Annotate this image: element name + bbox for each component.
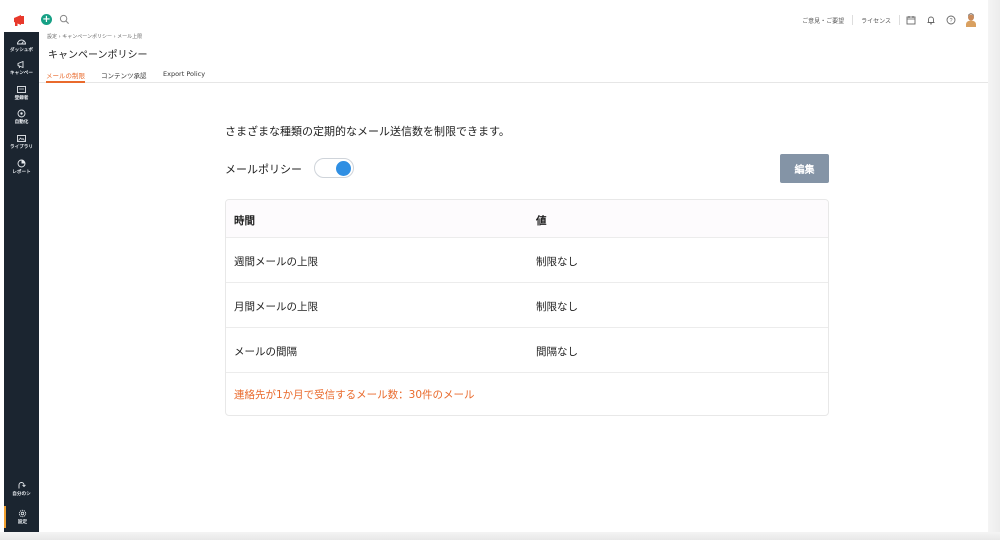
refer-icon bbox=[18, 482, 26, 489]
main-content: 設定 › キャンペーンポリシー › メール上限 キャンペーンポリシー メールの制… bbox=[39, 32, 988, 532]
table-header: 時間 値 bbox=[226, 200, 828, 238]
page-title: キャンペーンポリシー bbox=[48, 50, 148, 61]
breadcrumb-item-campaign-policy[interactable]: キャンペーンポリシー bbox=[62, 34, 112, 40]
sidebar-item-label: キャンペー bbox=[10, 71, 33, 76]
license-link[interactable]: ライセンス bbox=[853, 16, 899, 25]
search-icon[interactable] bbox=[59, 14, 70, 25]
calendar-icon[interactable] bbox=[902, 11, 920, 29]
sidebar-item-label: 自動化 bbox=[14, 120, 29, 125]
sidebar-item-label: レポート bbox=[12, 170, 31, 175]
campaigns-logo-icon[interactable] bbox=[12, 14, 28, 26]
sidebar-item-automation[interactable]: 自動化 bbox=[4, 106, 39, 128]
tab-bar: メールの制限 コンテンツ承認 Export Policy bbox=[39, 65, 988, 83]
table-row: 月間メールの上限 制限なし bbox=[226, 283, 828, 328]
tab-export-policy[interactable]: Export Policy bbox=[163, 70, 205, 83]
page-description: さまざまな種類の定期的なメール送信数を制限できます。 bbox=[225, 125, 510, 138]
add-icon[interactable]: + bbox=[41, 14, 52, 25]
breadcrumb-item-email-limit: メール上限 bbox=[117, 34, 143, 40]
monthly-email-count-note: 連絡先が1か月で受信するメール数：30件のメール bbox=[234, 389, 475, 401]
column-header-time: 時間 bbox=[234, 215, 255, 227]
top-divider bbox=[899, 15, 900, 25]
row-label: 月間メールの上限 bbox=[234, 301, 318, 313]
sidebar-item-label: ライブラリ bbox=[10, 145, 33, 150]
email-policy-toggle[interactable] bbox=[314, 158, 354, 178]
reports-icon bbox=[17, 159, 26, 168]
row-value: 制限なし bbox=[536, 301, 578, 313]
sidebar-item-refer[interactable]: 自分のシ bbox=[4, 478, 39, 500]
sidebar-item-settings[interactable]: 設定 bbox=[4, 506, 39, 528]
top-right-menu: ご意見・ご要望 ライセンス ? bbox=[794, 8, 980, 32]
feedback-link[interactable]: ご意見・ご要望 bbox=[794, 16, 852, 25]
sidebar-item-label: 設定 bbox=[17, 520, 28, 525]
table-row: メールの間隔 間隔なし bbox=[226, 328, 828, 373]
library-icon bbox=[17, 135, 26, 142]
row-value: 間隔なし bbox=[536, 346, 578, 358]
row-label: 週間メールの上限 bbox=[234, 256, 318, 268]
sidebar-item-dashboard[interactable]: ダッシュボ bbox=[4, 34, 39, 56]
sidebar-item-reports[interactable]: レポート bbox=[4, 156, 39, 178]
contacts-icon bbox=[17, 86, 26, 93]
email-limit-table: 時間 値 週間メールの上限 制限なし 月間メールの上限 制限なし メールの間隔 … bbox=[225, 199, 829, 416]
sidebar-item-library[interactable]: ライブラリ bbox=[4, 131, 39, 153]
bell-icon[interactable] bbox=[922, 11, 940, 29]
frame-shadow-right bbox=[988, 0, 1000, 540]
breadcrumb: 設定 › キャンペーンポリシー › メール上限 bbox=[47, 33, 142, 40]
tab-content-approval[interactable]: コンテンツ承認 bbox=[101, 70, 147, 83]
tab-email-limits[interactable]: メールの制限 bbox=[46, 70, 85, 83]
column-header-value: 値 bbox=[536, 215, 547, 227]
top-bar: + ご意見・ご要望 ライセンス ? bbox=[0, 8, 988, 32]
help-icon[interactable]: ? bbox=[942, 11, 960, 29]
edit-button[interactable]: 編集 bbox=[780, 154, 829, 183]
dashboard-icon bbox=[17, 39, 26, 45]
table-row: 週間メールの上限 制限なし bbox=[226, 238, 828, 283]
frame-shadow-bottom bbox=[0, 532, 1000, 540]
sidebar-item-label: 自分のシ bbox=[12, 492, 31, 497]
svg-text:?: ? bbox=[949, 18, 952, 24]
breadcrumb-item-settings[interactable]: 設定 bbox=[47, 34, 57, 40]
row-label: メールの間隔 bbox=[234, 346, 297, 358]
sidebar-item-contacts[interactable]: 登録者 bbox=[4, 82, 39, 104]
sidebar-item-label: 登録者 bbox=[14, 96, 29, 101]
sidebar-item-label: ダッシュボ bbox=[10, 48, 33, 53]
email-policy-label: メールポリシー bbox=[225, 163, 302, 176]
avatar[interactable] bbox=[962, 11, 980, 29]
gear-icon bbox=[18, 509, 27, 518]
row-value: 制限なし bbox=[536, 256, 578, 268]
automation-icon bbox=[17, 109, 26, 118]
toggle-knob bbox=[336, 161, 351, 176]
sidebar: ダッシュボ キャンペー 登録者 自動化 ライブラリ レポート 自分のシ 設定 bbox=[4, 32, 39, 532]
megaphone-icon bbox=[17, 60, 24, 69]
sidebar-item-campaigns[interactable]: キャンペー bbox=[4, 57, 39, 79]
